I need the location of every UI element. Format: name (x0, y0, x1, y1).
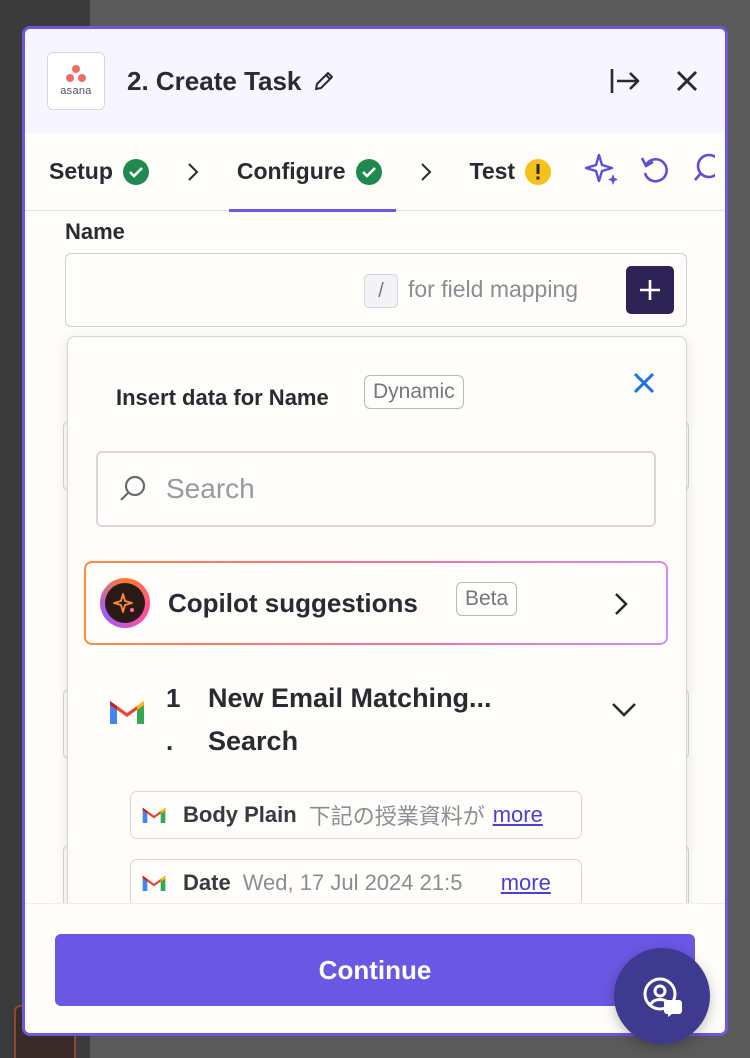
asana-logo-mark (65, 65, 87, 83)
search-icon (120, 475, 146, 501)
step-title: 2. Create Task (127, 65, 302, 96)
popover-title: Insert data for Name (116, 385, 329, 410)
help-icon (643, 977, 682, 1017)
dynamic-badge: Dynamic (364, 375, 464, 409)
insert-data-button[interactable] (626, 266, 674, 314)
beta-badge: Beta (456, 582, 518, 616)
search-field[interactable] (96, 451, 656, 527)
edit-icon[interactable] (313, 70, 335, 92)
data-item-body-plain[interactable]: Body Plain 下記の授業資料が more (130, 791, 582, 839)
more-link[interactable]: more (501, 870, 551, 896)
asana-logo: asana (47, 52, 105, 110)
tab-test[interactable]: Test (470, 133, 552, 211)
tab-label: Test (469, 158, 516, 184)
name-field-label: Name (65, 219, 125, 244)
chevron-right-icon (187, 162, 201, 182)
tab-setup[interactable]: Setup (49, 133, 149, 211)
undo-icon[interactable] (639, 153, 671, 190)
help-button[interactable] (614, 948, 710, 1044)
copilot-icon (100, 578, 150, 628)
name-field-input[interactable]: / for field mapping (65, 253, 687, 327)
chevron-right-icon (614, 589, 634, 619)
checkmark-icon (355, 158, 382, 185)
asana-logo-text: asana (60, 85, 92, 97)
copilot-label: Copilot suggestions (168, 587, 418, 618)
step-group-gmail[interactable]: 1 . New Email Matching... Search (104, 667, 664, 777)
data-item-key: Body Plain (183, 802, 297, 827)
field-mapping-hint: for field mapping (408, 276, 579, 302)
step-name: New Email Matching... Search (208, 683, 492, 756)
panel-header: asana 2. Create Task (25, 29, 725, 133)
gmail-icon (142, 875, 166, 891)
tab-configure[interactable]: Configure (228, 133, 396, 212)
data-item-date[interactable]: Date Wed, 17 Jul 2024 21:5 more (130, 859, 582, 907)
comment-icon[interactable] (689, 153, 722, 190)
step-tabs: Setup Configure Test (25, 133, 725, 212)
tab-label: Setup (49, 158, 113, 184)
more-link[interactable]: more (493, 802, 543, 828)
data-item-key: Date (183, 870, 231, 895)
tab-label: Configure (236, 158, 346, 184)
data-item-value: 下記の授業資料が (308, 804, 485, 829)
chevron-down-icon[interactable] (610, 701, 640, 721)
configure-content: Name / for field mapping Insert data for… (25, 211, 725, 916)
plus-icon (640, 280, 660, 300)
close-icon[interactable] (628, 367, 660, 399)
sparkle-icon[interactable] (584, 152, 621, 191)
warning-icon (525, 158, 552, 185)
gmail-icon (142, 807, 166, 823)
step-number: 1 . (166, 683, 181, 756)
close-icon[interactable] (671, 65, 703, 97)
data-item-value: Wed, 17 Jul 2024 21:5 (242, 870, 463, 895)
exit-panel-icon[interactable] (609, 65, 641, 97)
gmail-icon (108, 697, 146, 727)
checkmark-icon (122, 158, 149, 185)
chevron-right-icon (420, 162, 434, 182)
slash-key-hint: / (364, 274, 398, 308)
insert-data-popover: Insert data for Name Dynamic Copilot sug… (67, 336, 687, 916)
step-editor-panel: asana 2. Create Task Setup Configure Tes… (22, 26, 728, 1036)
search-input[interactable] (166, 473, 626, 505)
continue-button[interactable]: Continue (55, 934, 695, 1006)
copilot-suggestions-button[interactable]: Copilot suggestions Beta (84, 561, 668, 645)
